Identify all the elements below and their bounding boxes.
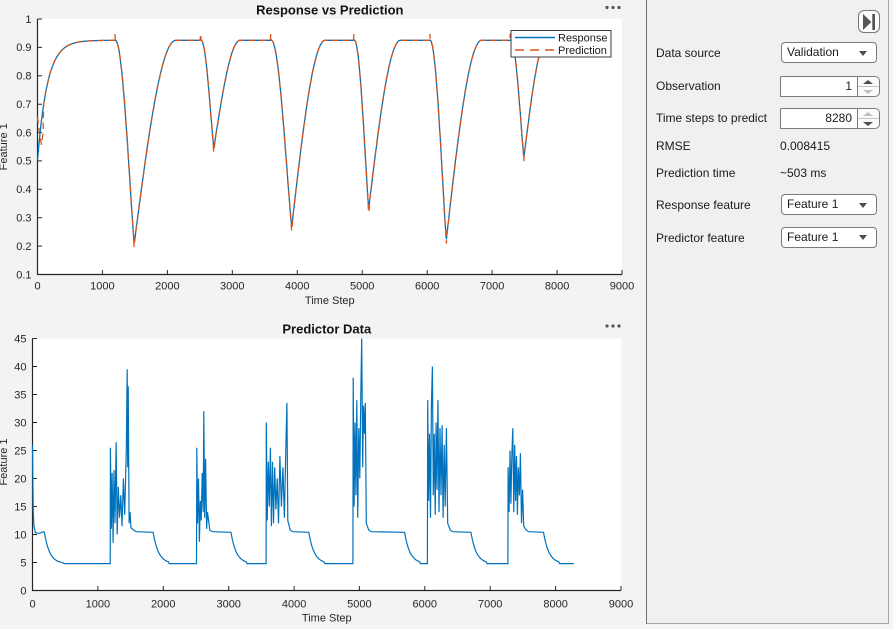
svg-text:35: 35 xyxy=(14,389,26,401)
svg-text:0.1: 0.1 xyxy=(16,269,31,281)
svg-text:0.2: 0.2 xyxy=(16,241,31,253)
svg-text:0.6: 0.6 xyxy=(16,127,31,139)
svg-text:20: 20 xyxy=(14,473,26,485)
svg-text:4000: 4000 xyxy=(282,598,306,610)
svg-text:0.4: 0.4 xyxy=(16,184,31,196)
svg-text:Time Step: Time Step xyxy=(305,295,355,307)
svg-text:5: 5 xyxy=(20,557,26,569)
svg-text:1: 1 xyxy=(25,14,31,26)
svg-text:7000: 7000 xyxy=(478,598,502,610)
svg-text:0.8: 0.8 xyxy=(16,71,31,83)
svg-text:Feature 1: Feature 1 xyxy=(0,438,10,485)
svg-text:0: 0 xyxy=(29,598,35,610)
svg-text:45: 45 xyxy=(14,333,26,345)
svg-text:8000: 8000 xyxy=(543,598,567,610)
svg-text:2000: 2000 xyxy=(155,280,179,292)
svg-text:Time Step: Time Step xyxy=(302,613,352,625)
svg-text:9000: 9000 xyxy=(609,598,633,610)
svg-text:3000: 3000 xyxy=(220,280,244,292)
svg-text:6000: 6000 xyxy=(415,280,439,292)
svg-text:4000: 4000 xyxy=(285,280,309,292)
svg-text:6000: 6000 xyxy=(413,598,437,610)
svg-text:2000: 2000 xyxy=(151,598,175,610)
svg-text:5000: 5000 xyxy=(347,598,371,610)
svg-text:8000: 8000 xyxy=(545,280,569,292)
svg-text:9000: 9000 xyxy=(610,280,634,292)
svg-text:Feature 1: Feature 1 xyxy=(0,123,10,170)
svg-text:0: 0 xyxy=(34,280,40,292)
svg-text:0.7: 0.7 xyxy=(16,99,31,111)
svg-text:10: 10 xyxy=(14,529,26,541)
svg-text:1000: 1000 xyxy=(86,598,110,610)
svg-text:7000: 7000 xyxy=(480,280,504,292)
svg-text:1000: 1000 xyxy=(90,280,114,292)
svg-text:0.9: 0.9 xyxy=(16,42,31,54)
svg-text:3000: 3000 xyxy=(216,598,240,610)
svg-text:0.5: 0.5 xyxy=(16,156,31,168)
svg-text:15: 15 xyxy=(14,501,26,513)
svg-text:0: 0 xyxy=(20,585,26,597)
svg-text:Response: Response xyxy=(558,33,608,45)
svg-text:0.3: 0.3 xyxy=(16,213,31,225)
svg-text:40: 40 xyxy=(14,361,26,373)
svg-text:Response vs Prediction: Response vs Prediction xyxy=(256,3,403,18)
svg-text:30: 30 xyxy=(14,417,26,429)
svg-text:Predictor Data: Predictor Data xyxy=(282,322,372,337)
svg-text:Prediction: Prediction xyxy=(558,45,607,57)
svg-text:25: 25 xyxy=(14,445,26,457)
svg-text:5000: 5000 xyxy=(350,280,374,292)
